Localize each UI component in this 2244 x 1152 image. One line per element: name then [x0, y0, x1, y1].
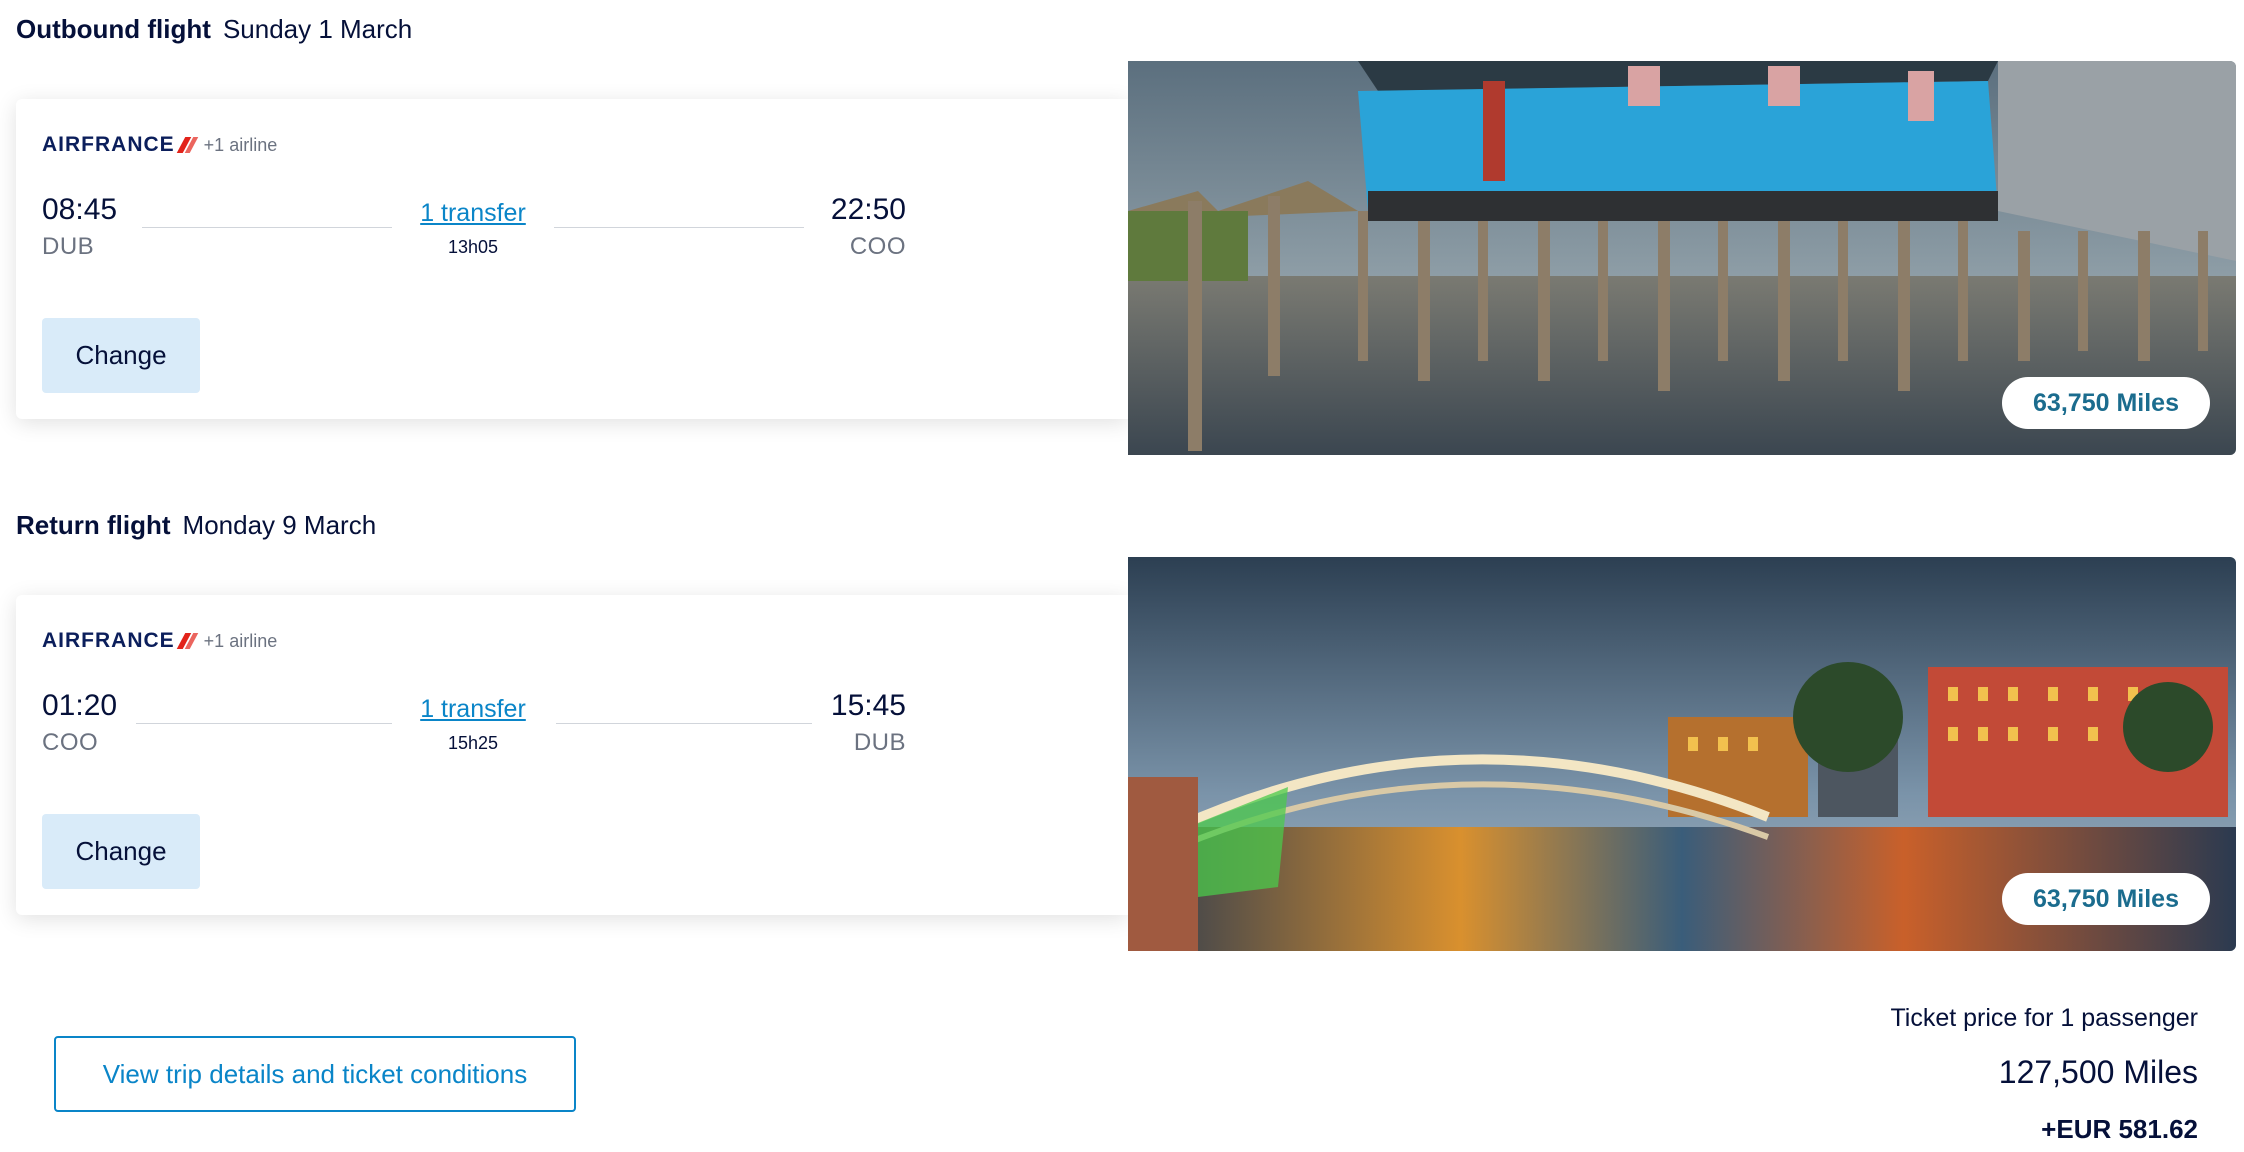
outbound-title: Outbound flight	[16, 14, 211, 44]
transfer-link[interactable]: 1 transfer	[393, 695, 553, 724]
departure-airport: COO	[42, 729, 99, 756]
view-trip-details-button[interactable]: View trip details and ticket conditions	[54, 1036, 576, 1112]
arrival-airport: DUB	[853, 729, 906, 756]
extra-airline-label: +1 airline	[203, 134, 278, 155]
extra-airline-label: +1 airline	[203, 630, 278, 651]
price-label: Ticket price for 1 passenger	[1890, 1004, 2198, 1032]
total-eur: +EUR 581.62	[2041, 1114, 2198, 1144]
airfrance-logo: AIRFRANCE	[42, 629, 175, 652]
departure-time: 08:45	[42, 193, 118, 226]
route-line-left	[142, 227, 392, 228]
arrival-airport: COO	[849, 233, 906, 260]
arrival-time: 15:45	[830, 689, 906, 722]
outbound-date: Sunday 1 March	[222, 14, 413, 44]
flight-duration: 13h05	[447, 237, 499, 257]
airfrance-logo: AIRFRANCE	[42, 133, 175, 156]
outbound-heading: Outbound flight Sunday 1 March	[16, 14, 412, 45]
departure-airport: DUB	[42, 233, 95, 260]
total-miles: 127,500 Miles	[1998, 1054, 2198, 1090]
route-line-right	[556, 723, 812, 724]
destination-photo: 63,750 Miles	[1128, 61, 2236, 455]
return-title: Return flight	[16, 510, 171, 540]
route-line-right	[554, 227, 804, 228]
change-return-button[interactable]: Change	[42, 814, 200, 889]
airline-row: AIRFRANCE +1 airline	[42, 133, 277, 157]
arrival-time: 22:50	[830, 193, 906, 226]
departure-time: 01:20	[42, 689, 118, 722]
flight-duration: 15h25	[447, 733, 499, 753]
route-line-left	[136, 723, 392, 724]
outbound-flight-card: AIRFRANCE +1 airline 08:45 DUB 1 transfe…	[16, 99, 1128, 419]
return-flight-card: AIRFRANCE +1 airline 01:20 COO 1 transfe…	[16, 595, 1128, 915]
outbound-miles-badge: 63,750 Miles	[2002, 377, 2210, 429]
transfer-link[interactable]: 1 transfer	[393, 199, 553, 228]
return-date: Monday 9 March	[182, 510, 377, 540]
return-miles-badge: 63,750 Miles	[2002, 873, 2210, 925]
airline-row: AIRFRANCE +1 airline	[42, 629, 277, 653]
origin-photo: 63,750 Miles	[1128, 557, 2236, 951]
return-heading: Return flight Monday 9 March	[16, 510, 376, 541]
change-outbound-button[interactable]: Change	[42, 318, 200, 393]
